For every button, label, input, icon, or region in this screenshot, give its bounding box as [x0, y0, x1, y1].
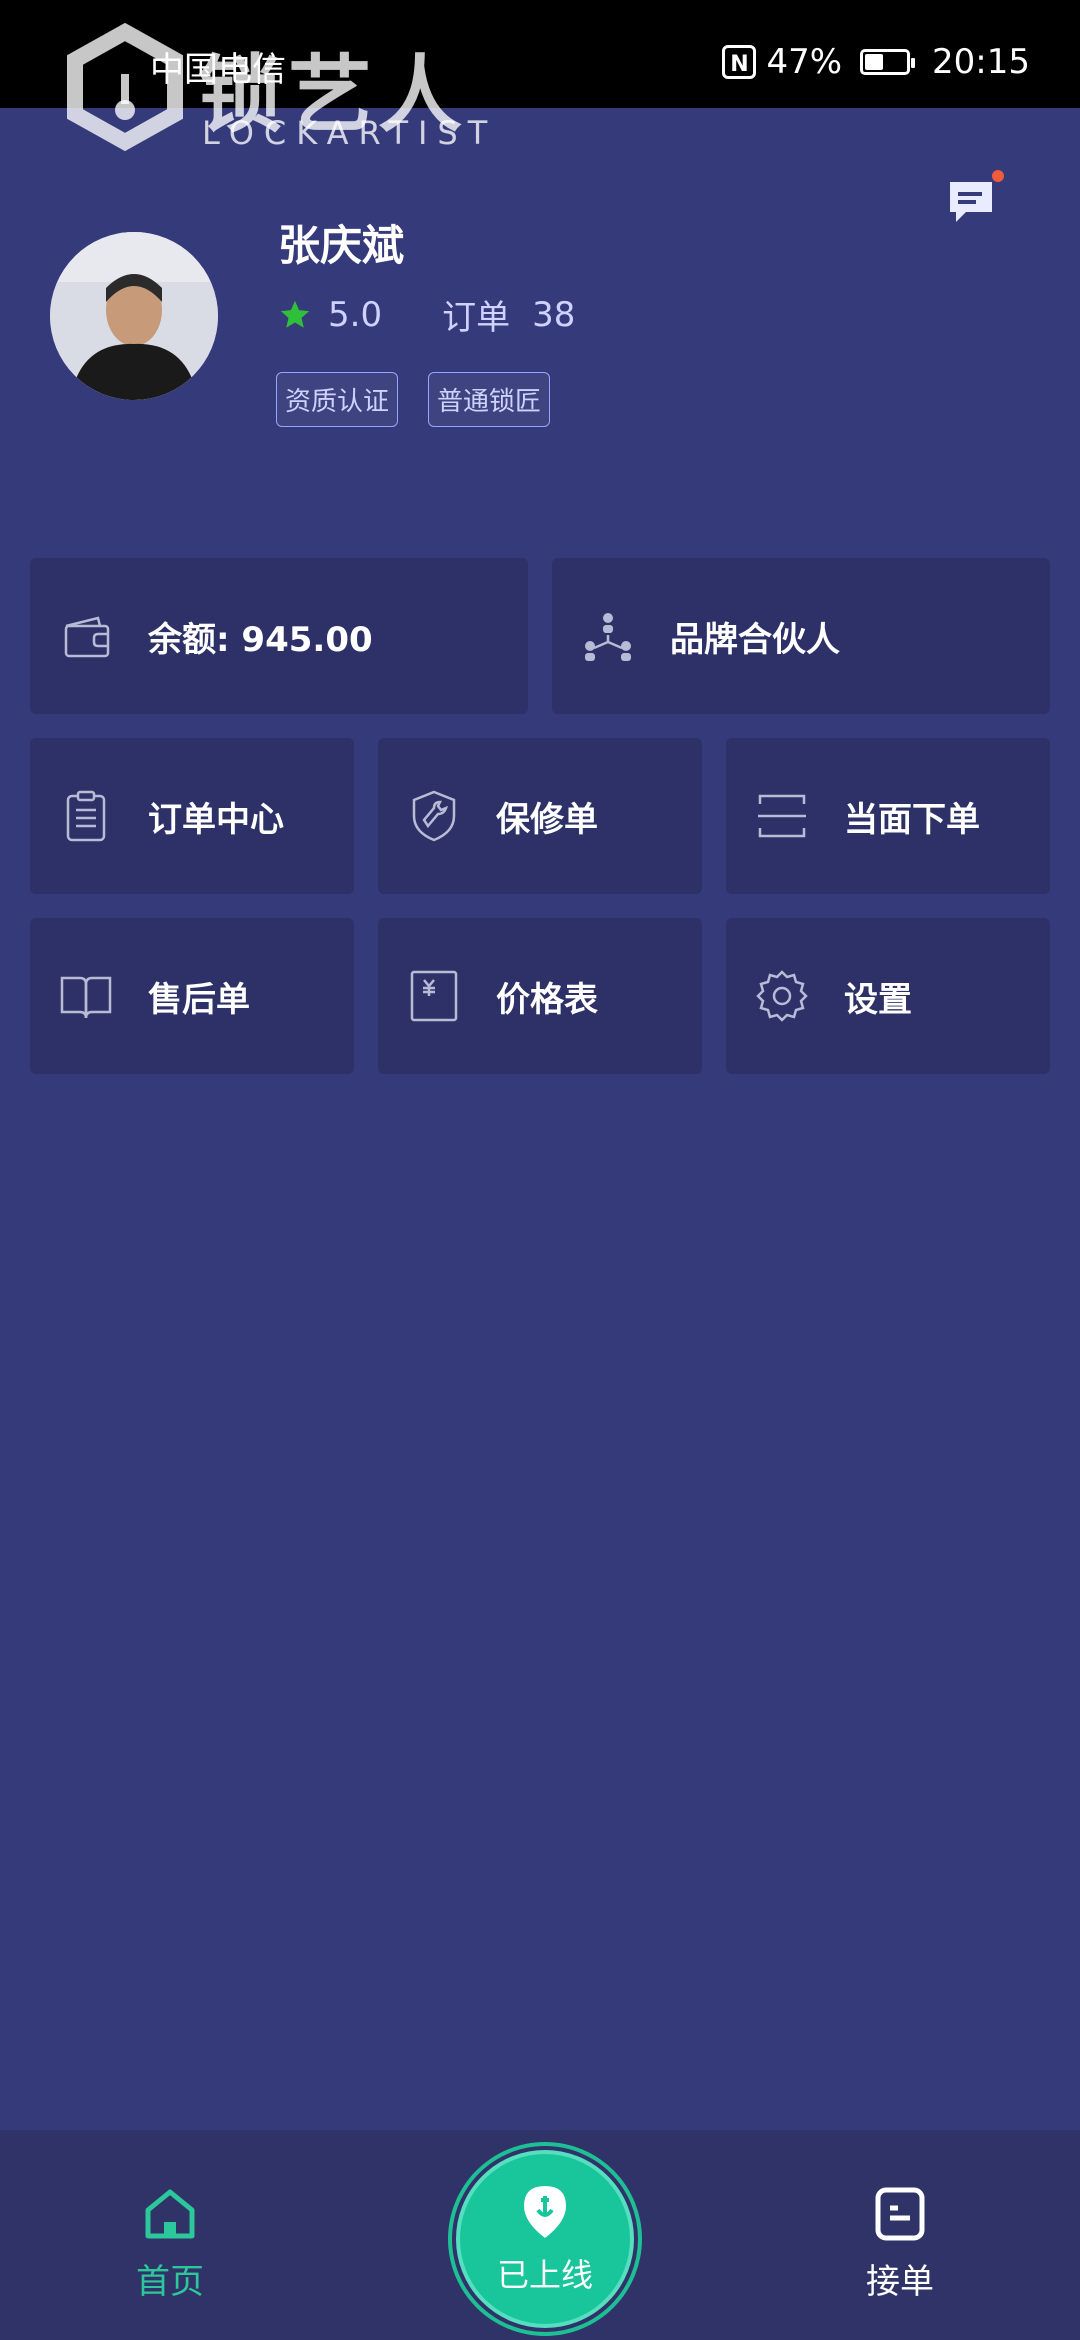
avatar-image: [50, 232, 218, 400]
bottom-navigation: 首页 已上线 接单: [0, 2130, 1080, 2340]
user-name: 张庆斌: [278, 221, 405, 270]
onsite-order-card[interactable]: 当面下单: [726, 738, 1050, 894]
clipboard-icon: [66, 790, 106, 842]
unread-badge: [992, 170, 1004, 182]
partner-network-icon: [585, 613, 631, 661]
balance-label: 余额: 945.00: [148, 619, 373, 660]
profile-stats: 5.0 订单 38: [278, 290, 575, 339]
rating-value: 5.0: [328, 294, 383, 335]
price-list-label: 价格表: [496, 979, 598, 1020]
gear-icon: [756, 970, 808, 1022]
star-icon: [280, 300, 310, 328]
status-right: N 47% 20:15: [722, 42, 1030, 82]
settings-label: 设置: [844, 979, 912, 1020]
wallet-icon: [64, 616, 110, 658]
shield-wrench-icon: [412, 790, 456, 842]
order-center-label: 订单中心: [148, 799, 284, 840]
tag-locksmith-level: 普通锁匠: [428, 372, 551, 427]
profile-tags: 资质认证 普通锁匠: [276, 372, 551, 427]
order-sheet-icon: [875, 2187, 925, 2241]
orders-count: 38: [532, 294, 576, 335]
nav-take-orders[interactable]: 接单: [866, 2184, 934, 2303]
nav-home[interactable]: 首页: [136, 2184, 204, 2303]
brand-subtitle: LOCKARTIST: [202, 114, 498, 152]
logo-mark-icon: [67, 22, 183, 152]
menu-grid: 余额: 945.00 品牌合伙人 订单中心 保修单 当面下单 售后单 价格表 设…: [30, 558, 1050, 1098]
after-sales-card[interactable]: 售后单: [30, 918, 354, 1074]
warranty-label: 保修单: [496, 799, 598, 840]
home-icon: [145, 2189, 195, 2239]
brand-logo: 锁艺人 LOCKARTIST: [60, 22, 487, 162]
nfc-icon: N: [722, 45, 757, 79]
price-tag-icon: [410, 970, 458, 1022]
battery-percent: 47%: [766, 42, 843, 82]
message-icon: [950, 182, 992, 222]
scan-icon: [758, 794, 806, 838]
tag-qualification: 资质认证: [276, 372, 399, 427]
onsite-order-label: 当面下单: [844, 799, 980, 840]
location-pin-icon: [524, 2186, 566, 2238]
after-sales-label: 售后单: [148, 979, 250, 1020]
nav-home-label: 首页: [136, 2262, 204, 2302]
settings-card[interactable]: 设置: [726, 918, 1050, 1074]
order-center-card[interactable]: 订单中心: [30, 738, 354, 894]
clock: 20:15: [932, 42, 1030, 82]
brand-partner-card[interactable]: 品牌合伙人: [552, 558, 1050, 714]
avatar[interactable]: [50, 232, 218, 400]
messages-button[interactable]: [944, 170, 1004, 230]
balance-card[interactable]: 余额: 945.00: [30, 558, 528, 714]
nav-take-orders-label: 接单: [866, 2262, 934, 2302]
brand-partner-label: 品牌合伙人: [670, 619, 840, 660]
warranty-card[interactable]: 保修单: [378, 738, 702, 894]
price-list-card[interactable]: 价格表: [378, 918, 702, 1074]
online-status-button[interactable]: 已上线: [456, 2150, 634, 2328]
online-status-label: 已上线: [496, 2256, 593, 2294]
book-icon: [60, 976, 112, 1019]
orders-label: 订单: [442, 298, 511, 338]
battery-icon: [860, 49, 916, 75]
